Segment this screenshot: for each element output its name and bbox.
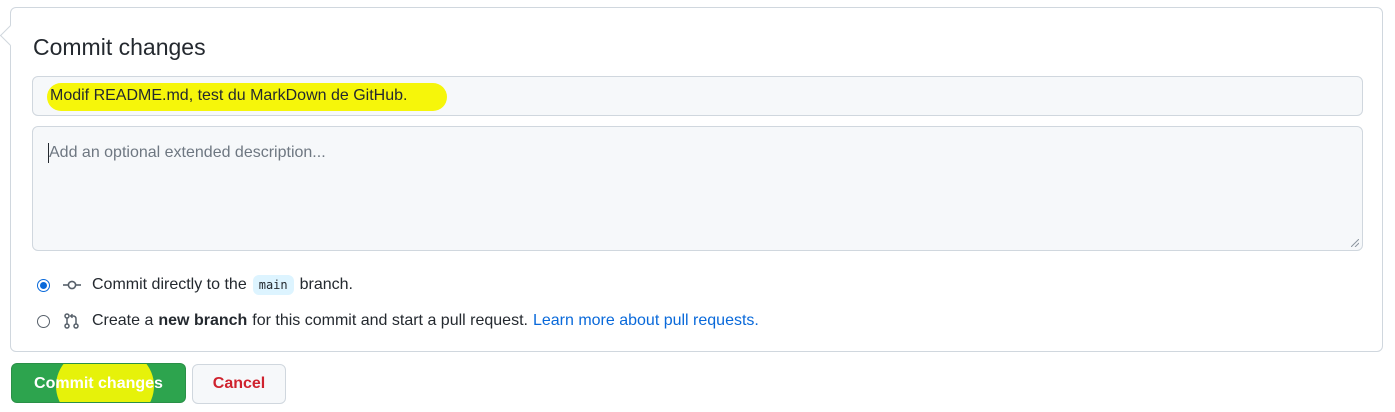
commit-summary-value: Modif README.md, test du MarkDown de Git… <box>50 87 408 104</box>
box-caret <box>0 24 22 47</box>
learn-more-pull-requests-link[interactable]: Learn more about pull requests. <box>533 312 759 330</box>
commit-title: Commit changes <box>33 34 206 60</box>
option-new-branch-bold: new branch <box>158 312 248 329</box>
option-new-branch-suffix: for this commit and start a pull request… <box>252 312 528 329</box>
option-new-branch[interactable]: Create a new branch for this commit and … <box>37 309 759 333</box>
option-new-branch-prefix: Create a <box>92 312 154 329</box>
resize-grip-icon[interactable] <box>1351 239 1359 247</box>
radio-new-branch[interactable] <box>37 314 50 328</box>
radio-commit-direct[interactable] <box>37 278 50 292</box>
git-commit-icon <box>63 280 81 290</box>
description-placeholder: Add an optional extended description... <box>49 144 326 161</box>
commit-description-textarea[interactable]: Add an optional extended description... <box>32 126 1363 251</box>
git-pull-request-icon <box>64 313 79 329</box>
branch-name-badge: main <box>252 275 294 295</box>
commit-changes-button[interactable]: Commit changes <box>11 363 186 403</box>
option-direct-suffix: branch. <box>299 276 353 293</box>
option-direct-prefix: Commit directly to the <box>92 276 247 293</box>
commit-form: Commit changes Modif README.md, test du … <box>0 7 1383 352</box>
option-commit-direct[interactable]: Commit directly to the main branch. <box>37 273 353 297</box>
commit-changes-label: Commit changes <box>34 375 163 392</box>
commit-summary-input[interactable]: Modif README.md, test du MarkDown de Git… <box>32 76 1363 116</box>
cancel-button[interactable]: Cancel <box>192 364 286 404</box>
